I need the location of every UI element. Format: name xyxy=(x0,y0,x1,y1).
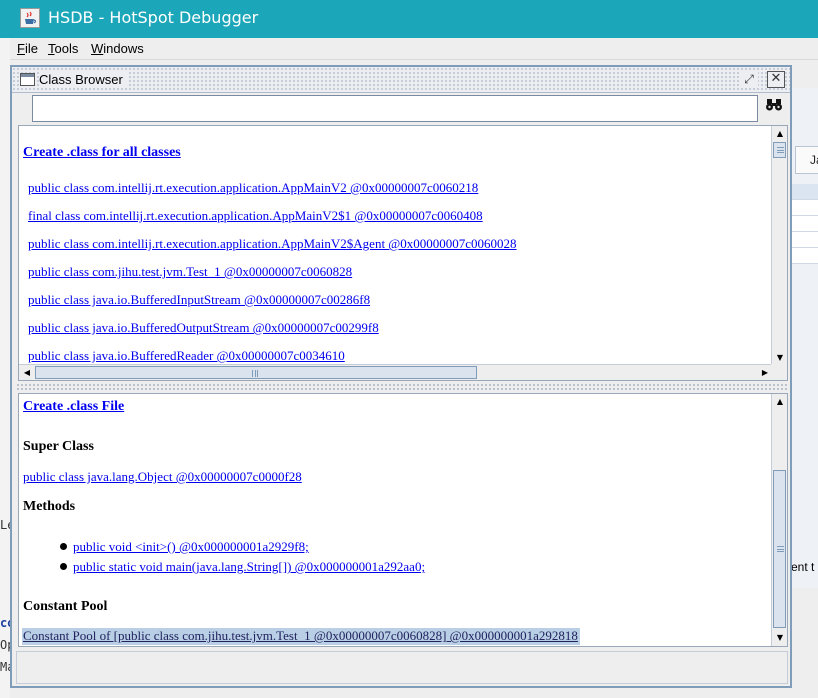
method-link[interactable]: public static void main(java.lang.String… xyxy=(73,559,425,574)
class-browser-titlebar[interactable]: Class Browser ⤢ ✕ xyxy=(12,67,790,93)
scroll-down-icon[interactable]: ▼ xyxy=(772,630,787,646)
class-link[interactable]: public class com.intellij.rt.execution.a… xyxy=(28,180,478,196)
class-search-input[interactable] xyxy=(32,95,758,122)
bullet-icon xyxy=(60,563,67,570)
menubar: File Tools Windows xyxy=(10,38,818,60)
class-link[interactable]: public class com.intellij.rt.execution.a… xyxy=(28,236,517,252)
restore-icon[interactable]: ⤢ xyxy=(740,71,758,88)
background-text-fragment: Ma xyxy=(0,660,10,674)
constant-pool-link[interactable]: Constant Pool of [public class com.jihu.… xyxy=(22,628,580,645)
background-partial-text: ent t xyxy=(791,560,815,574)
horizontal-scroll-thumb[interactable] xyxy=(35,366,477,379)
method-link[interactable]: public void <init>() @0x000000001a2929f8… xyxy=(73,539,309,554)
window-title: HSDB - HotSpot Debugger xyxy=(48,8,259,27)
class-list-pane[interactable]: Create .class for all classes public cla… xyxy=(18,125,788,381)
scroll-grip-icon xyxy=(777,546,784,552)
frame-window-icon xyxy=(20,73,35,86)
vertical-scroll-thumb[interactable] xyxy=(773,142,786,158)
menu-windows[interactable]: Windows xyxy=(91,41,144,56)
create-class-file-link[interactable]: Create .class File xyxy=(23,399,124,415)
class-link[interactable]: final class com.intellij.rt.execution.ap… xyxy=(28,208,483,224)
class-detail-pane[interactable]: Create .class File Super Class public cl… xyxy=(18,393,788,647)
constant-pool-heading: Constant Pool xyxy=(23,599,108,614)
scroll-left-icon[interactable]: ◀ xyxy=(19,365,35,380)
class-browser-frame: Class Browser ⤢ ✕ Create .class for all … xyxy=(10,65,792,688)
scrollbar-corner xyxy=(771,364,787,380)
class-link[interactable]: public class com.jihu.test.jvm.Test_1 @0… xyxy=(28,264,352,280)
background-table-row xyxy=(791,248,818,264)
background-table-row xyxy=(791,232,818,248)
class-list-vertical-scrollbar[interactable]: ▲ ▼ xyxy=(771,126,787,366)
split-pane-divider[interactable] xyxy=(16,383,788,391)
scroll-grip-icon xyxy=(777,147,784,153)
methods-heading: Methods xyxy=(23,499,76,514)
main-window-titlebar[interactable]: HSDB - HotSpot Debugger xyxy=(0,0,818,38)
scroll-grip-icon xyxy=(252,370,258,377)
scroll-up-icon[interactable]: ▲ xyxy=(772,394,787,410)
background-table-row xyxy=(791,200,818,216)
menu-tools[interactable]: Tools xyxy=(48,41,78,56)
background-table-row xyxy=(791,184,818,200)
background-text-fragment: Le xyxy=(0,518,10,532)
class-list-horizontal-scrollbar[interactable]: ◀ ▶ xyxy=(19,364,773,380)
binoculars-icon[interactable] xyxy=(762,96,786,121)
java-app-icon xyxy=(20,8,40,28)
bullet-icon xyxy=(60,543,67,550)
super-class-heading: Super Class xyxy=(23,439,94,454)
close-icon[interactable]: ✕ xyxy=(767,71,785,88)
class-link[interactable]: public class java.io.BufferedReader @0x0… xyxy=(28,348,345,364)
menu-file[interactable]: File xyxy=(17,41,38,56)
method-list-item: public void <init>() @0x000000001a2929f8… xyxy=(60,539,309,555)
frame-title: Class Browser xyxy=(39,72,127,87)
status-bar xyxy=(16,651,788,684)
class-list: Create .class for all classes public cla… xyxy=(19,126,773,366)
create-all-classes-link[interactable]: Create .class for all classes xyxy=(23,145,181,161)
background-internal-frame: Ja ent t xyxy=(790,88,818,588)
background-text-fragment: Op xyxy=(0,638,10,652)
class-detail-vertical-scrollbar[interactable]: ▲ ▼ xyxy=(771,394,787,646)
method-list-item: public static void main(java.lang.String… xyxy=(60,559,425,575)
background-window-left: Le co Op Ma xyxy=(0,38,10,698)
super-class-link[interactable]: public class java.lang.Object @0x0000000… xyxy=(23,469,302,485)
background-tab[interactable]: Ja xyxy=(795,146,818,174)
vertical-scroll-thumb[interactable] xyxy=(773,470,786,628)
scroll-up-icon[interactable]: ▲ xyxy=(772,126,787,142)
background-table-row xyxy=(791,216,818,232)
background-text-fragment: co xyxy=(0,616,10,630)
class-link[interactable]: public class java.io.BufferedInputStream… xyxy=(28,292,370,308)
class-link[interactable]: public class java.io.BufferedOutputStrea… xyxy=(28,320,379,336)
